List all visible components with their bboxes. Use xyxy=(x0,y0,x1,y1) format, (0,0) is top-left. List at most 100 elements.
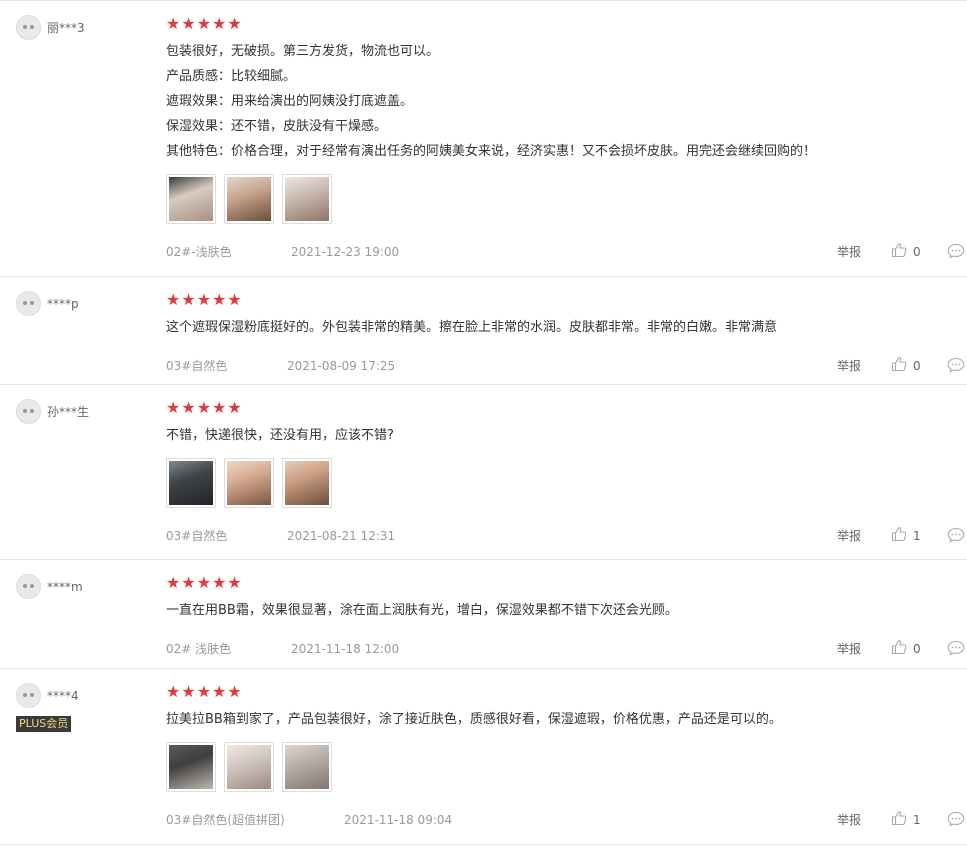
review-user: 丽***3 xyxy=(16,15,156,40)
review-time: 2021-12-23 19:00 xyxy=(291,245,400,259)
username: ****4 xyxy=(47,688,79,703)
comment-bubble-icon xyxy=(947,357,965,373)
avatar[interactable] xyxy=(16,683,41,708)
review-line: 不错，快递很快，还没有用，应该不错? xyxy=(166,428,394,443)
review-meta: 03#自然色 2021-08-09 17:25 举报 0 xyxy=(166,356,967,376)
username: 丽***3 xyxy=(47,21,85,35)
review-meta: 02# 浅肤色 2021-11-18 12:00 举报 0 xyxy=(166,639,967,659)
product-spec: 03#自然色(超值拼团) xyxy=(166,813,285,827)
plus-member-badge: PLUS会员 xyxy=(16,716,72,732)
report-link[interactable]: 举报 xyxy=(837,356,861,376)
review-time: 2021-08-21 12:31 xyxy=(287,529,396,543)
star-rating: ★★★★★ xyxy=(166,573,243,592)
bb-cream-photo-3-image xyxy=(285,177,329,221)
reply-button[interactable] xyxy=(947,243,965,265)
star-rating: ★★★★★ xyxy=(166,14,243,33)
bb-box-photo-image xyxy=(169,461,213,505)
bb-bottle-photo-2[interactable] xyxy=(282,458,332,508)
avatar[interactable] xyxy=(16,399,41,424)
report-link[interactable]: 举报 xyxy=(837,810,861,830)
avatar[interactable] xyxy=(16,574,41,599)
avatar[interactable] xyxy=(16,291,41,316)
review-line: 其他特色：价格合理，对于经常有演出任务的阿姨美女来说，经济实惠！又不会损坏皮肤。… xyxy=(166,144,817,159)
review-images xyxy=(166,742,967,794)
review-user: 孙***生 xyxy=(16,399,156,424)
review-line: 拉美拉BB箱到家了，产品包装很好，涂了接近肤色，质感很好看，保湿遮瑕，价格优惠，… xyxy=(166,712,782,727)
review-actions: 举报 0 xyxy=(827,356,967,376)
review-item: ****p ★★★★★ 这个遮瑕保湿粉底挺好的。外包装非常的精美。擦在脸上非常的… xyxy=(0,276,967,384)
comment-bubble-icon xyxy=(947,640,965,656)
like-button[interactable] xyxy=(891,526,907,548)
avatar[interactable] xyxy=(16,15,41,40)
bb-cream-photo-1[interactable] xyxy=(166,174,216,224)
thumbs-up-icon xyxy=(891,243,907,258)
review-item: 孙***生 ★★★★★ 不错，快递很快，还没有用，应该不错? 03#自然色 20… xyxy=(0,384,967,559)
review-line: 遮瑕效果：用来给演出的阿姨没打底遮盖。 xyxy=(166,94,414,109)
like-button[interactable] xyxy=(891,639,907,661)
review-images xyxy=(166,458,967,510)
skin-swatch-photo-image xyxy=(285,745,329,789)
bb-bottle-photo-3[interactable] xyxy=(224,742,274,792)
review-line: 产品质感：比较细腻。 xyxy=(166,69,297,84)
report-link[interactable]: 举报 xyxy=(837,242,861,262)
review-line: 包装很好，无破损。第三方发货，物流也可以。 xyxy=(166,44,440,59)
review-line: 一直在用BB霜，效果很显著，涂在面上润肤有光，增白，保湿效果都不错下次还会光顾。 xyxy=(166,603,678,618)
review-content: ★★★★★ 拉美拉BB箱到家了，产品包装很好，涂了接近肤色，质感很好看，保湿遮瑕… xyxy=(166,683,967,830)
like-count: 0 xyxy=(913,359,921,373)
review-images xyxy=(166,174,967,226)
skin-swatch-photo[interactable] xyxy=(282,742,332,792)
review-actions: 举报 1 xyxy=(827,526,967,546)
review-list: 丽***3 ★★★★★ 包装很好，无破损。第三方发货，物流也可以。 产品质感：比较… xyxy=(0,0,967,845)
review-item: 丽***3 ★★★★★ 包装很好，无破损。第三方发货，物流也可以。 产品质感：比较… xyxy=(0,0,967,276)
comment-bubble-icon xyxy=(947,811,965,827)
bb-box-photo-2[interactable] xyxy=(166,742,216,792)
bb-cream-photo-2[interactable] xyxy=(224,174,274,224)
star-rating: ★★★★★ xyxy=(166,682,243,701)
product-spec: 02#-浅肤色 xyxy=(166,245,232,259)
reply-button[interactable] xyxy=(947,357,965,379)
like-button[interactable] xyxy=(891,242,907,264)
review-actions: 举报 0 xyxy=(827,242,967,262)
bb-bottle-photo-2-image xyxy=(285,461,329,505)
comment-bubble-icon xyxy=(947,243,965,259)
bb-cream-photo-3[interactable] xyxy=(282,174,332,224)
bb-cream-photo-1-image xyxy=(169,177,213,221)
review-content: ★★★★★ 包装很好，无破损。第三方发货，物流也可以。 产品质感：比较细腻。遮瑕效… xyxy=(166,15,967,262)
reply-button[interactable] xyxy=(947,640,965,662)
review-time: 2021-11-18 12:00 xyxy=(291,642,400,656)
username: ****p xyxy=(47,296,79,311)
bb-bottle-photo-1[interactable] xyxy=(224,458,274,508)
review-meta: 02#-浅肤色 2021-12-23 19:00 举报 0 xyxy=(166,242,967,262)
report-link[interactable]: 举报 xyxy=(837,526,861,546)
review-actions: 举报 0 xyxy=(827,639,967,659)
thumbs-up-icon xyxy=(891,640,907,655)
thumbs-up-icon xyxy=(891,357,907,372)
reply-button[interactable] xyxy=(947,527,965,549)
like-button[interactable] xyxy=(891,356,907,378)
review-user: ****4 PLUS会员 xyxy=(16,683,156,732)
review-content: ★★★★★ 不错，快递很快，还没有用，应该不错? 03#自然色 2021-08-… xyxy=(166,399,967,546)
review-meta: 03#自然色 2021-08-21 12:31 举报 1 xyxy=(166,526,967,546)
comment-bubble-icon xyxy=(947,527,965,543)
review-actions: 举报 1 xyxy=(827,810,967,830)
report-link[interactable]: 举报 xyxy=(837,639,861,659)
bb-box-photo-2-image xyxy=(169,745,213,789)
bb-cream-photo-2-image xyxy=(227,177,271,221)
review-text: 一直在用BB霜，效果很显著，涂在面上润肤有光，增白，保湿效果都不错下次还会光顾。 xyxy=(166,598,967,623)
review-content: ★★★★★ 一直在用BB霜，效果很显著，涂在面上润肤有光，增白，保湿效果都不错下… xyxy=(166,574,967,659)
review-text: 包装很好，无破损。第三方发货，物流也可以。 产品质感：比较细腻。遮瑕效果：用来给演… xyxy=(166,39,967,164)
username: ****m xyxy=(47,579,83,594)
thumbs-up-icon xyxy=(891,811,907,826)
review-text: 拉美拉BB箱到家了，产品包装很好，涂了接近肤色，质感很好看，保湿遮瑕，价格优惠，… xyxy=(166,707,967,732)
reply-button[interactable] xyxy=(947,811,965,833)
review-time: 2021-08-09 17:25 xyxy=(287,359,396,373)
review-line: 这个遮瑕保湿粉底挺好的。外包装非常的精美。擦在脸上非常的水润。皮肤都非常。非常的… xyxy=(166,320,778,335)
star-rating: ★★★★★ xyxy=(166,290,243,309)
bb-box-photo[interactable] xyxy=(166,458,216,508)
bb-bottle-photo-1-image xyxy=(227,461,271,505)
review-time: 2021-11-18 09:04 xyxy=(344,813,453,827)
review-item: ****m ★★★★★ 一直在用BB霜，效果很显著，涂在面上润肤有光，增白，保湿… xyxy=(0,559,967,668)
like-button[interactable] xyxy=(891,810,907,832)
review-text: 不错，快递很快，还没有用，应该不错? xyxy=(166,423,967,448)
product-spec: 02# 浅肤色 xyxy=(166,642,232,656)
